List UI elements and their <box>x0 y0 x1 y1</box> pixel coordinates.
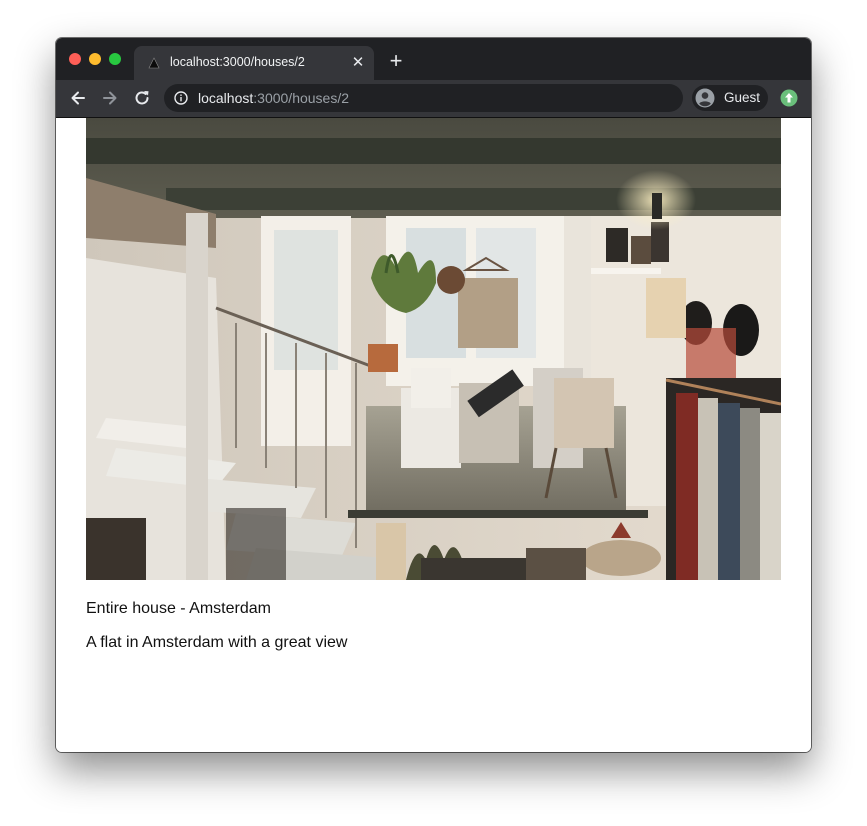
house-description: A flat in Amsterdam with a great view <box>86 634 348 651</box>
window-maximize-button[interactable] <box>109 53 121 65</box>
window-close-button[interactable] <box>69 53 81 65</box>
reload-icon[interactable] <box>132 88 152 108</box>
browser-toolbar: localhost:3000/houses/2 Guest <box>56 80 811 118</box>
browser-tab[interactable]: localhost:3000/houses/2 ✕ <box>134 46 374 80</box>
new-tab-button[interactable]: + <box>386 50 406 72</box>
address-bar[interactable]: localhost:3000/houses/2 <box>164 84 683 112</box>
house-photo <box>86 118 781 580</box>
house-type: Entire house - Amsterdam <box>86 600 271 617</box>
url-host: localhost <box>198 90 254 106</box>
update-arrow-icon[interactable] <box>780 89 798 107</box>
profile-button[interactable]: Guest <box>692 85 768 111</box>
page-content: Entire house - Amsterdam A flat in Amste… <box>56 118 811 752</box>
forward-arrow-icon[interactable] <box>100 88 120 108</box>
back-arrow-icon[interactable] <box>68 88 88 108</box>
interior-photo <box>86 118 781 580</box>
info-icon[interactable] <box>174 91 188 105</box>
tab-title: localhost:3000/houses/2 <box>170 55 305 69</box>
window-minimize-button[interactable] <box>89 53 101 65</box>
avatar-icon <box>695 88 715 108</box>
tab-strip: localhost:3000/houses/2 ✕ + <box>56 38 811 80</box>
url-path: :3000/houses/2 <box>253 90 350 106</box>
url-text[interactable]: localhost:3000/houses/2 <box>198 90 349 106</box>
tab-close-icon[interactable]: ✕ <box>350 55 366 71</box>
browser-window: localhost:3000/houses/2 ✕ + localhost:30… <box>56 38 811 752</box>
profile-label: Guest <box>724 90 761 105</box>
triangle-favicon-icon <box>148 57 160 69</box>
